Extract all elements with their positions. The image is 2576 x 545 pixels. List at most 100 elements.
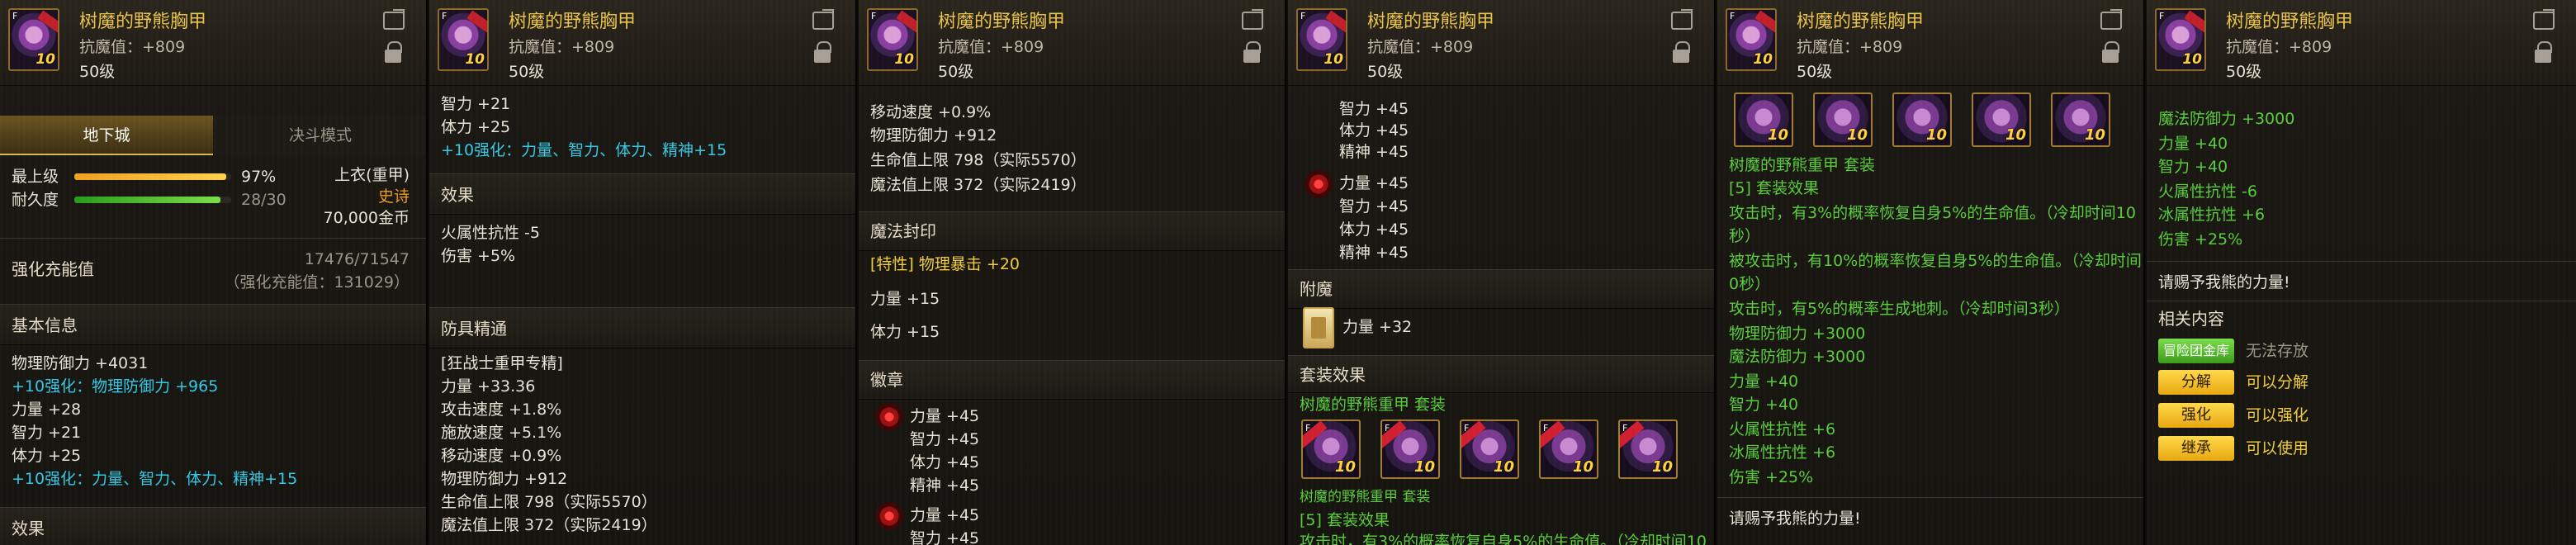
item-resist: 抗魔值：+809 (2226, 38, 2332, 56)
stat-line: 魔法值上限 372（实际2419） (870, 176, 1087, 194)
set-item-icon[interactable]: F 10 (1539, 419, 1598, 479)
set-item-icon[interactable]: 10 (1813, 92, 1873, 147)
mastery-sub: [狂战士重甲专精] (441, 354, 563, 372)
stat-line: 智力 +21 (441, 95, 511, 113)
stat-line: 力量 +45 (910, 506, 980, 524)
set-bonus-title: [5] 套装效果 (1300, 511, 1390, 529)
stat-line: +10强化：力量、智力、体力、精神+15 (12, 470, 298, 488)
stat-line: 生命值上限 798（实际5570） (870, 151, 1087, 169)
set-bonus-line: 攻击时，有5%的概率生成地刺。（冷却时间3秒） (1729, 300, 2070, 318)
upgrade-bar (74, 173, 231, 180)
reinforce-value: 17476/71547 (304, 250, 410, 268)
stat-line: 力量 +45 (910, 407, 980, 425)
set-item-icon[interactable]: F 10 (1301, 419, 1361, 479)
set-bonus-line: 物理防御力 +3000 (1729, 325, 1866, 343)
item-name: 树魔的野熊胸甲 (79, 12, 207, 32)
set-name-small: 树魔的野熊重甲 套装 (1300, 489, 1431, 505)
stat-line: 精神 +45 (1339, 143, 1409, 161)
set-item-icon[interactable]: 10 (1892, 92, 1952, 147)
share-icon[interactable] (1242, 9, 1263, 30)
stat-line: 移动速度 +0.9% (441, 447, 562, 465)
item-resist: 抗魔值：+809 (1797, 38, 1903, 56)
stat-line: 智力 +45 (910, 529, 980, 545)
set-item-icon[interactable]: 10 (1972, 92, 2031, 147)
set-item-icon[interactable]: F 10 (1460, 419, 1519, 479)
set-item-icon[interactable]: 10 (1734, 92, 1793, 147)
red-emblem-icon (875, 403, 903, 431)
stat-line: 智力 +45 (1339, 100, 1409, 118)
item-slot: 上衣(重甲) (334, 166, 410, 184)
flavor-text: 请赐予我熊的力量! (2158, 273, 2290, 291)
set-bonus-line: 冰属性抗性 +6 (1729, 443, 1836, 462)
section-title-set: 套装效果 (1300, 365, 1366, 385)
lock-icon[interactable] (814, 41, 831, 63)
tab-dungeon[interactable]: 地下城 (0, 116, 213, 155)
action-desc: 可以分解 (2246, 373, 2309, 391)
tooltip-panel-3: F 10 树魔的野熊胸甲 抗魔值：+809 50级 移动速度 +0.9% 物理防御… (859, 0, 1286, 545)
lock-icon[interactable] (2535, 41, 2552, 63)
item-header: F 10 树魔的野熊胸甲 抗魔值：+809 50级 (1717, 0, 2143, 86)
section-title-effect: 效果 (441, 185, 474, 205)
set-bonus-line: 攻击时，有3%的概率恢复自身5%的生命值。（冷却时间10 (1729, 204, 2136, 222)
stat-line: 体力 +15 (870, 323, 940, 341)
stat-line: 体力 +45 (910, 453, 980, 472)
stat-line: 智力 +45 (910, 430, 980, 448)
share-icon[interactable] (1671, 9, 1693, 30)
disassemble-button[interactable]: 分解 (2158, 370, 2234, 395)
set-bonus-line: 魔法防御力 +3000 (2158, 110, 2295, 128)
lock-icon[interactable] (1243, 41, 1261, 63)
stat-line: 魔法值上限 372（实际2419） (441, 516, 657, 534)
tooltip-panel-1: F 10 树魔的野熊胸甲 抗魔值：+809 50级 地下城 决斗模式 最上级 97… (0, 0, 428, 545)
tab-duel[interactable]: 决斗模式 (213, 116, 426, 155)
action-desc: 可以强化 (2246, 406, 2309, 424)
item-level: 50级 (2226, 63, 2262, 81)
item-icon: F 10 (2155, 8, 2206, 71)
reinforce-sub: （强化充能值：131029） (224, 273, 410, 291)
set-item-icon[interactable]: F 10 (1618, 419, 1678, 479)
set-bonus-title: [5] 套装效果 (1729, 179, 1819, 197)
effect-line: 伤害 +5% (441, 247, 516, 265)
item-level: 50级 (1367, 63, 1404, 81)
inherit-button[interactable]: 继承 (2158, 436, 2234, 461)
share-icon[interactable] (2100, 9, 2122, 30)
lock-icon[interactable] (2102, 41, 2119, 63)
share-icon[interactable] (812, 9, 834, 30)
set-item-icon[interactable]: F 10 (1380, 419, 1440, 479)
stat-line: 生命值上限 798（实际5570） (441, 493, 657, 511)
stat-line: 物理防御力 +912 (441, 470, 568, 488)
seal-special: [特性] 物理暴击 +20 (870, 255, 1020, 273)
section-title-emblem: 徽章 (870, 370, 903, 390)
lock-icon[interactable] (385, 41, 402, 63)
set-name: 树魔的野熊重甲 套装 (1300, 396, 1447, 414)
stat-line: 物理防御力 +4031 (12, 354, 149, 372)
stat-line: 智力 +21 (12, 424, 82, 442)
tooltip-panel-2: F 10 树魔的野熊胸甲 抗魔值：+809 50级 智力 +21 体力 +25 +… (429, 0, 857, 545)
lock-icon[interactable] (1673, 41, 1690, 63)
set-item-icon[interactable]: 10 (2051, 92, 2110, 147)
stat-line: +10强化：物理防御力 +965 (12, 377, 219, 396)
adventure-vault-button[interactable]: 冒险团金库 (2158, 339, 2234, 363)
red-emblem-icon (875, 502, 903, 530)
item-icon: F 10 (438, 8, 489, 71)
set-bonus-line: 冰属性抗性 +6 (2158, 206, 2266, 224)
item-level: 50级 (1797, 63, 1833, 81)
share-icon[interactable] (2533, 9, 2555, 30)
item-price: 70,000金币 (323, 209, 410, 227)
action-desc: 可以使用 (2246, 439, 2309, 457)
item-icon: F 10 (1296, 8, 1347, 71)
tooltip-panel-6: F 10 树魔的野熊胸甲 抗魔值：+809 50级 魔法防御力 +3000 力量 … (2147, 0, 2576, 545)
set-name: 树魔的野熊重甲 套装 (1729, 156, 1876, 174)
section-title-mastery: 防具精通 (441, 319, 507, 339)
share-icon[interactable] (383, 9, 405, 30)
enchant-stat: 力量 +32 (1342, 318, 1413, 336)
action-desc: 无法存放 (2246, 342, 2309, 360)
stat-line: 体力 +25 (441, 118, 511, 136)
item-icon: F 10 (8, 8, 59, 71)
effect-line: 火属性抗性 -5 (441, 224, 540, 242)
reinforce-button[interactable]: 强化 (2158, 403, 2234, 428)
tooltip-panel-5: F 10 树魔的野熊胸甲 抗魔值：+809 50级 10 10 10 10 10 … (1717, 0, 2145, 545)
item-name: 树魔的野熊胸甲 (938, 12, 1066, 32)
tooltip-strip: F 10 树魔的野熊胸甲 抗魔值：+809 50级 地下城 决斗模式 最上级 97… (0, 0, 2576, 545)
stat-line: 精神 +45 (910, 476, 980, 495)
item-name: 树魔的野熊胸甲 (2226, 12, 2354, 32)
